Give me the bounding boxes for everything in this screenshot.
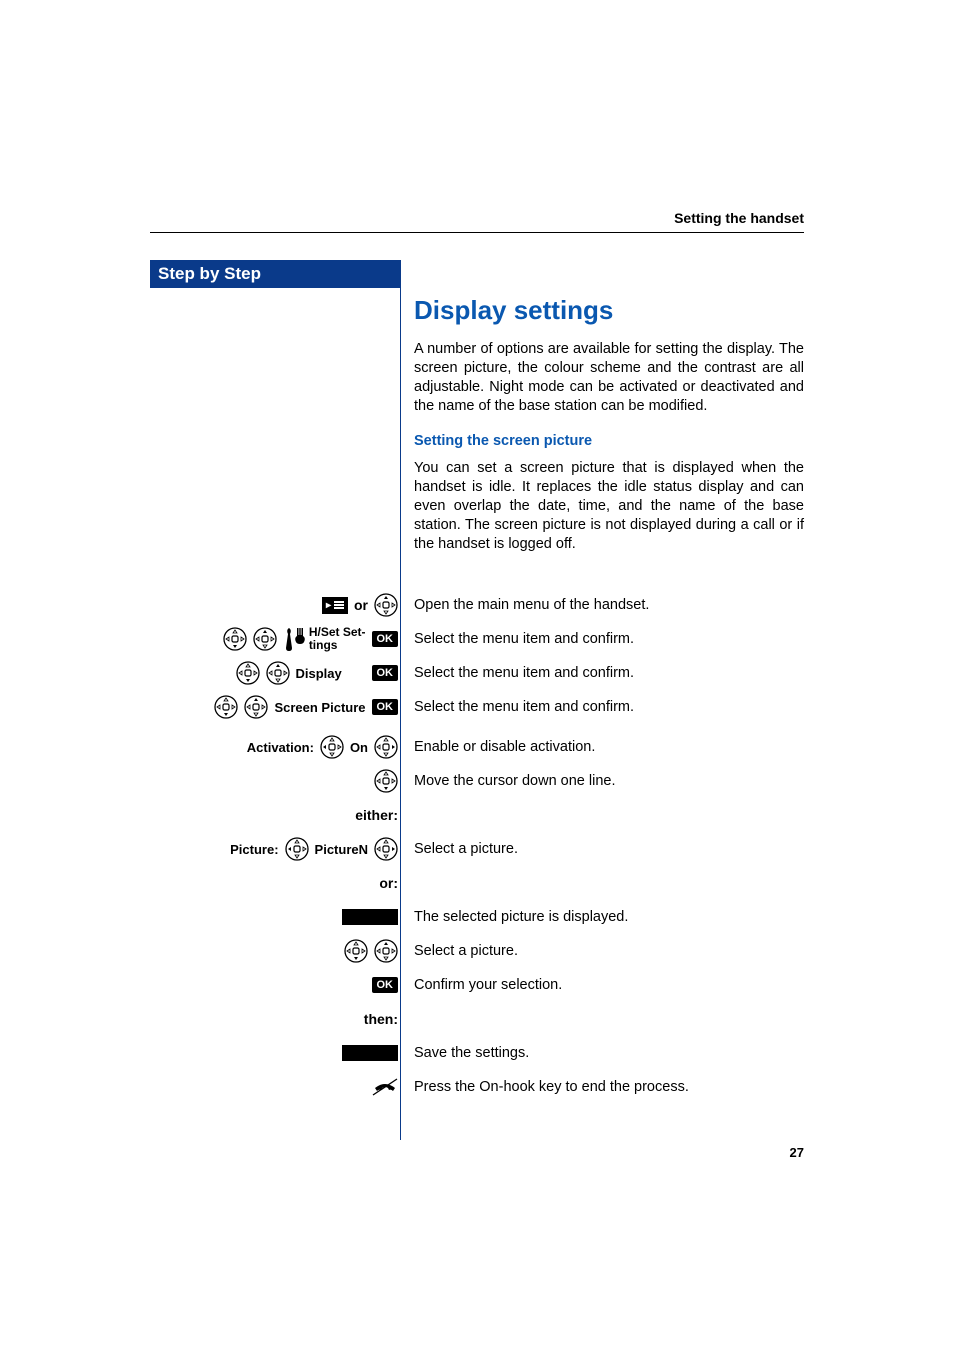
running-head: Setting the handset — [674, 210, 804, 226]
nav-down-icon — [236, 661, 260, 685]
nav-center-icon — [374, 593, 398, 617]
field-label: Picture: — [230, 842, 278, 857]
subheading: Setting the screen picture — [414, 433, 804, 449]
step-row: Save the settings. — [150, 1038, 804, 1068]
step-row: OK Confirm your selection. — [150, 970, 804, 1000]
step-text: Select a picture. — [400, 942, 804, 961]
step-text: Press the On-hook key to end the process… — [400, 1078, 804, 1097]
ok-badge: OK — [372, 631, 399, 647]
step-row: Select a picture. — [150, 936, 804, 966]
nav-up-icon — [266, 661, 290, 685]
or-label: or: — [150, 875, 400, 891]
nav-up-icon — [253, 627, 277, 651]
step-row: Display OK Select the menu item and conf… — [150, 658, 804, 688]
branch-label-row: then: — [150, 1004, 804, 1034]
header-divider — [150, 232, 804, 233]
value-label: On — [350, 740, 368, 755]
description-paragraph: You can set a screen picture that is dis… — [414, 459, 804, 555]
step-row: Press the On-hook key to end the process… — [150, 1072, 804, 1102]
step-row: Move the cursor down one line. — [150, 766, 804, 796]
step-row: H/Set Set-tings OK Select the menu item … — [150, 624, 804, 654]
step-text: Save the settings. — [400, 1044, 804, 1063]
step-text: Enable or disable activation. — [400, 738, 804, 757]
step-text: The selected picture is displayed. — [400, 908, 804, 927]
page-title: Display settings — [414, 295, 804, 326]
menu-icon: ▸ — [322, 597, 348, 614]
sidebar-title: Step by Step — [150, 260, 400, 288]
step-text: Select the menu item and confirm. — [400, 664, 804, 683]
nav-right-icon — [374, 837, 398, 861]
nav-left-icon — [320, 735, 344, 759]
step-text: Move the cursor down one line. — [400, 772, 804, 791]
menu-item-label: Screen Picture — [274, 700, 365, 715]
menu-item-label: H/Set Set-tings — [309, 626, 366, 651]
nav-up-icon — [374, 939, 398, 963]
step-text: Confirm your selection. — [400, 976, 804, 995]
nav-left-icon — [285, 837, 309, 861]
page-number: 27 — [790, 1145, 804, 1160]
intro-paragraph: A number of options are available for se… — [414, 340, 804, 417]
ok-badge: OK — [372, 699, 399, 715]
branch-label-row: either: — [150, 800, 804, 830]
nav-right-icon — [374, 735, 398, 759]
nav-up-icon — [244, 695, 268, 719]
ok-badge: OK — [372, 665, 399, 681]
branch-label-row: or: — [150, 868, 804, 898]
softkey-placeholder — [342, 909, 398, 925]
ok-badge: OK — [372, 977, 399, 993]
menu-item-label: Display — [296, 666, 366, 681]
either-label: either: — [150, 807, 400, 823]
or-label: or — [354, 597, 368, 613]
step-row: Activation: On Enable or disable activat… — [150, 732, 804, 762]
wrench-icon — [283, 626, 305, 652]
nav-down-icon — [344, 939, 368, 963]
softkey-placeholder — [342, 1045, 398, 1061]
step-text: Select the menu item and confirm. — [400, 630, 804, 649]
step-row: Screen Picture OK Select the menu item a… — [150, 692, 804, 722]
nav-down-icon — [223, 627, 247, 651]
step-text: Open the main menu of the handset. — [400, 596, 804, 615]
onhook-icon — [372, 1078, 398, 1096]
field-label: Activation: — [247, 740, 314, 755]
step-row: The selected picture is displayed. — [150, 902, 804, 932]
value-label: PictureN — [315, 842, 368, 857]
nav-down-icon — [374, 769, 398, 793]
step-text: Select a picture. — [400, 840, 804, 859]
then-label: then: — [150, 1011, 400, 1027]
step-row: Picture: PictureN Select a picture. — [150, 834, 804, 864]
nav-down-icon — [214, 695, 238, 719]
step-text: Select the menu item and confirm. — [400, 698, 804, 717]
step-row: ▸ or Open the main menu of the handset. — [150, 590, 804, 620]
